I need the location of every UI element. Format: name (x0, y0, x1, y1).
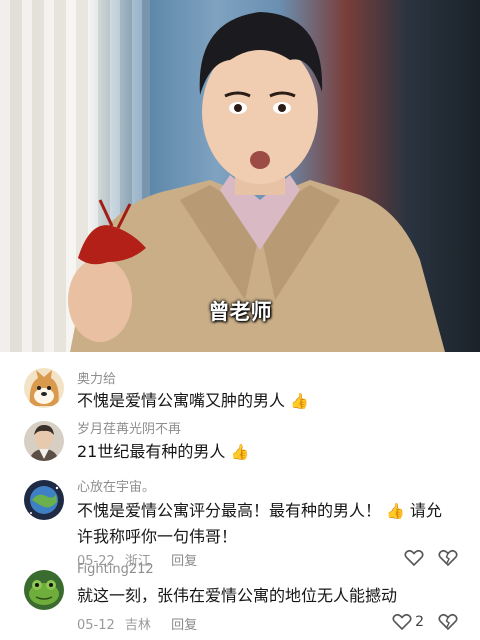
comment-text-body: 不愧是爱情公寓评分最高！最有种的男人！ (77, 501, 382, 520)
comment-actions: 2 (392, 613, 458, 631)
avatar[interactable] (24, 480, 64, 520)
broken-heart-icon[interactable] (438, 549, 458, 567)
comment-meta: 05-12 吉林 回复 (77, 614, 203, 633)
comment-list: 奥力给 不愧是爱情公寓嘴又肿的男人 👍 岁月荏苒光阴不再 21世纪最有种的男人 … (0, 352, 480, 640)
comment-username[interactable]: 心放在宇宙。 (77, 476, 155, 495)
comment-actions (404, 549, 458, 567)
video-frame[interactable]: 曾老师 (0, 0, 480, 352)
avatar[interactable] (24, 421, 64, 461)
comment-username[interactable]: 奥力给 (77, 368, 116, 387)
like-count: 2 (415, 614, 424, 630)
avatar-planet-image (24, 480, 64, 520)
comment-text: 就这一刻，张伟在爱情公寓的地位无人能撼动 (77, 583, 457, 608)
avatar[interactable] (24, 570, 64, 610)
comment-text: 不愧是爱情公寓评分最高！最有种的男人！ 👍 请允许我称呼你一句伟哥！ (77, 498, 457, 549)
avatar-portrait-image (24, 421, 64, 461)
comment-date: 05-12 (77, 618, 115, 633)
comment-text-body: 21世纪最有种的男人 (77, 442, 226, 461)
comment-text: 21世纪最有种的男人 👍 (77, 439, 457, 465)
heart-icon[interactable] (404, 549, 424, 567)
comment-text: 不愧是爱情公寓嘴又肿的男人 👍 (77, 388, 457, 414)
reply-button[interactable]: 回复 (171, 554, 197, 569)
heart-icon[interactable] (392, 613, 412, 631)
comment-location: 吉林 (124, 618, 151, 633)
avatar-dog-image (24, 368, 64, 408)
comment-username[interactable]: Fighting212 (77, 562, 154, 577)
reply-button[interactable]: 回复 (171, 618, 197, 633)
comment-text-body: 不愧是爱情公寓嘴又肿的男人 (77, 391, 286, 410)
video-subtitle: 曾老师 (208, 300, 272, 324)
like-control[interactable]: 2 (392, 613, 424, 631)
avatar-frog-image (24, 570, 64, 610)
thumbs-up-icon: 👍 (290, 392, 309, 410)
comment-text-body: 就这一刻，张伟在爱情公寓的地位无人能撼动 (77, 586, 398, 605)
thumbs-up-icon: 👍 (230, 443, 250, 461)
comment-username[interactable]: 岁月荏苒光阴不再 (77, 418, 181, 437)
thumbs-up-icon: 👍 (386, 502, 405, 520)
avatar[interactable] (24, 368, 64, 408)
broken-heart-icon[interactable] (438, 613, 458, 631)
